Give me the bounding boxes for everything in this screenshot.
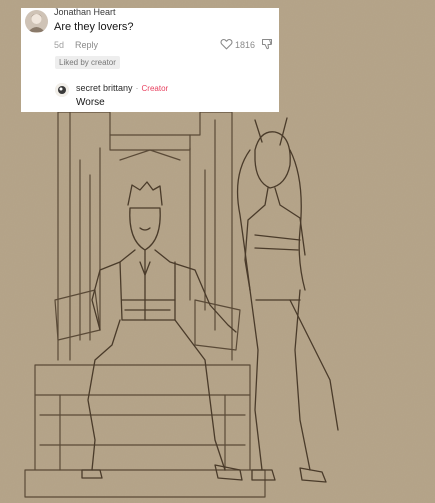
heart-outline-icon[interactable] xyxy=(220,38,233,50)
comment-username[interactable]: Jonathan Heart xyxy=(54,8,116,17)
comment-card: Jonathan Heart Are they lovers? 5d Reply… xyxy=(21,8,279,112)
reply-username-text[interactable]: secret brittany xyxy=(76,83,133,93)
avatar[interactable] xyxy=(25,10,48,33)
avatar-image xyxy=(25,10,48,33)
reply-avatar[interactable] xyxy=(55,83,69,97)
liked-by-creator-badge: Liked by creator xyxy=(55,56,120,69)
like-count: 1816 xyxy=(235,40,256,50)
reply-text: Worse xyxy=(76,97,105,108)
reply-avatar-image xyxy=(55,83,69,97)
reply-separator: · xyxy=(135,83,139,93)
comment-text: Are they lovers? xyxy=(54,21,134,33)
creator-tag: Creator xyxy=(141,84,169,93)
reply-button[interactable]: Reply xyxy=(75,40,98,50)
reply-username: secret brittany · Creator xyxy=(76,83,168,94)
thumbs-down-icon[interactable] xyxy=(261,38,273,50)
comment-age: 5d xyxy=(54,40,65,50)
